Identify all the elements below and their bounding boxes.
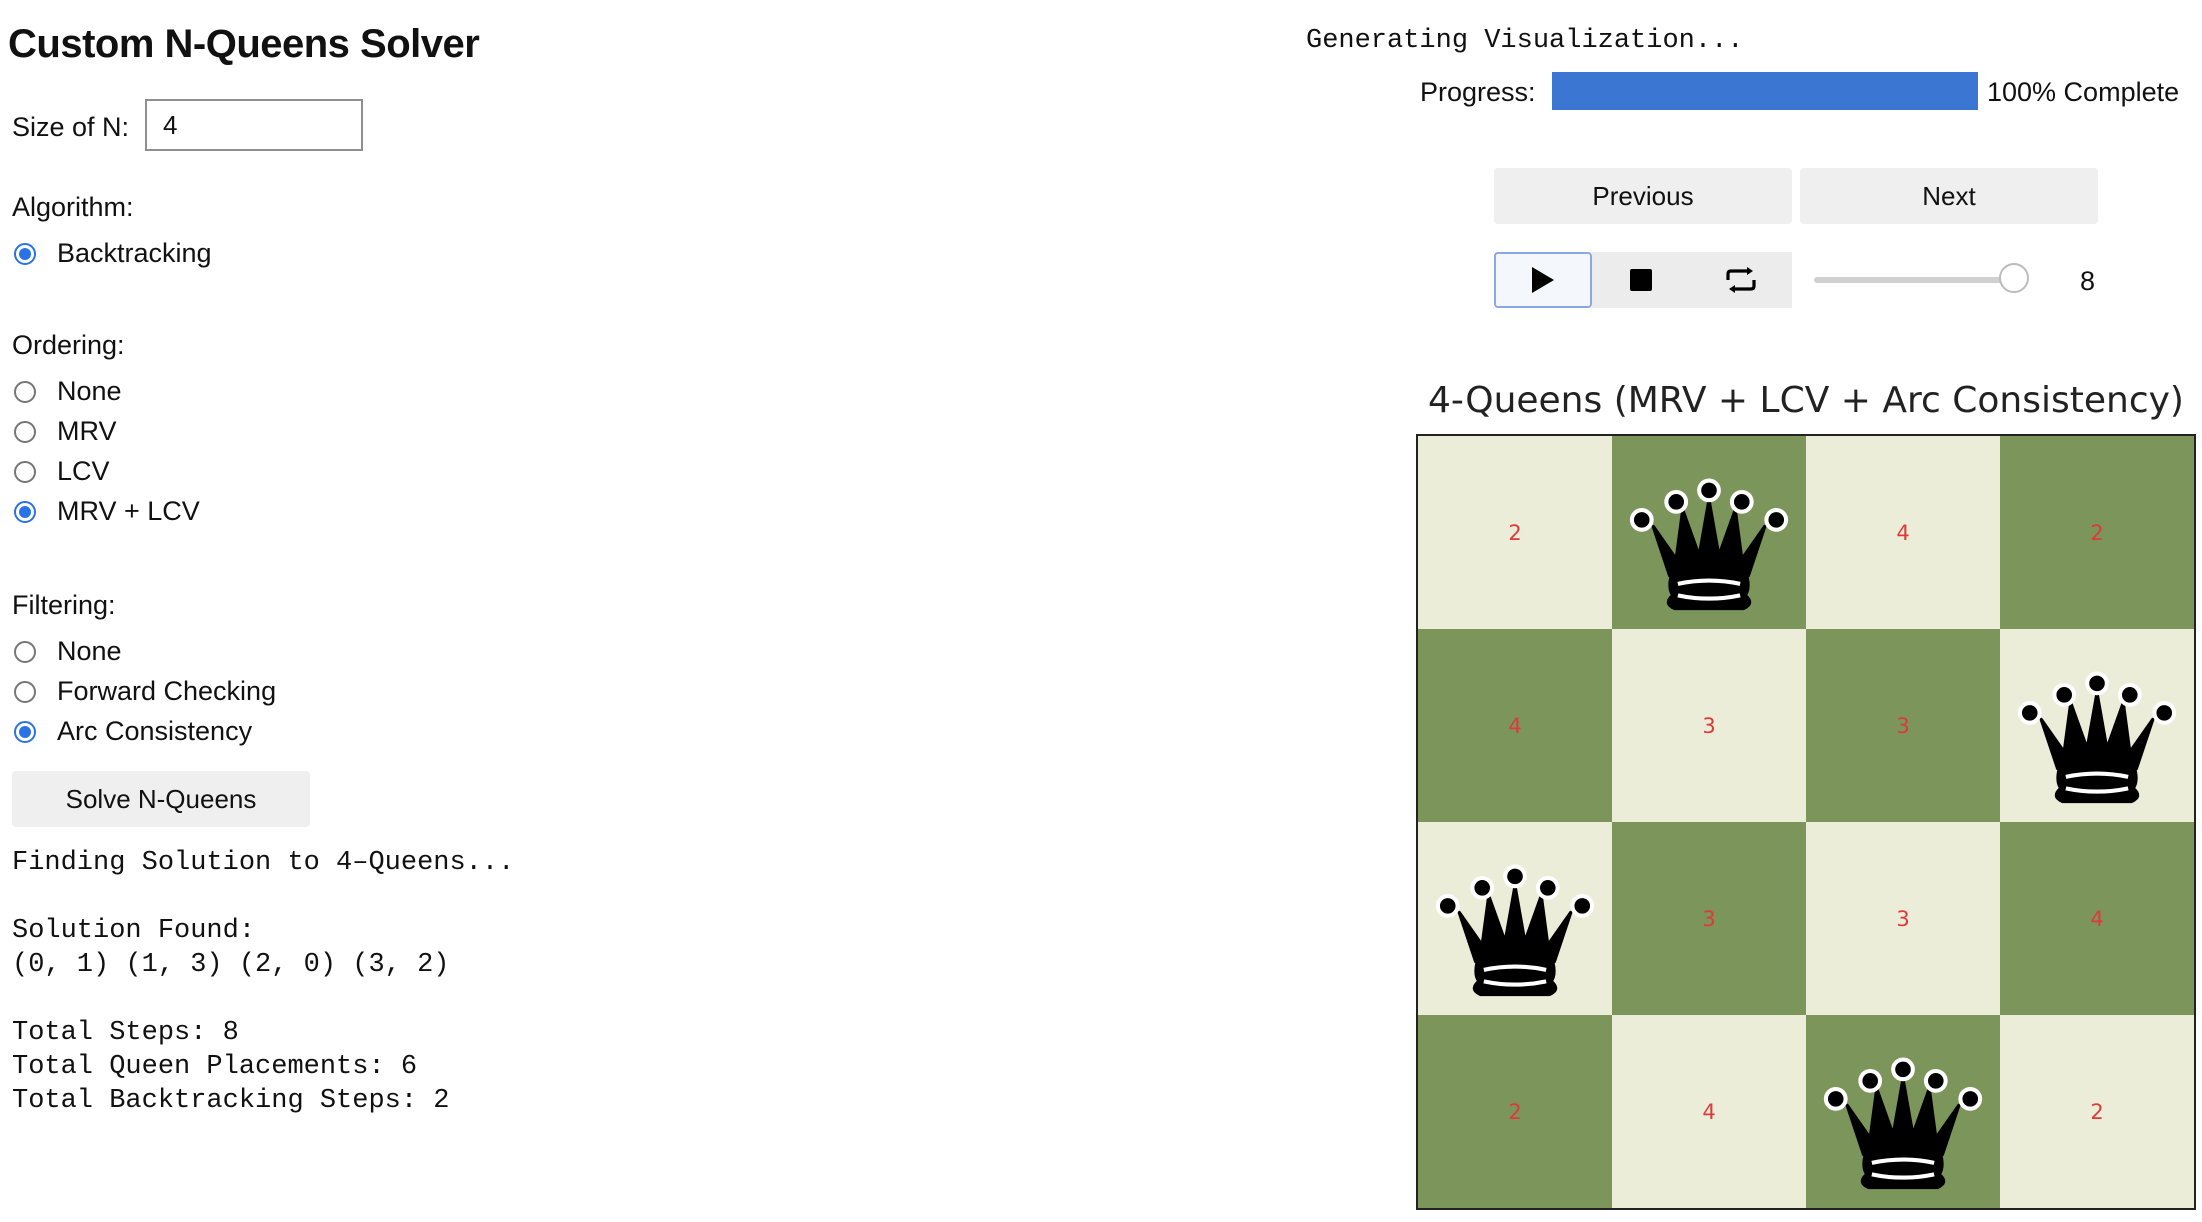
conflict-count: 3 bbox=[1896, 906, 1910, 931]
radio-button[interactable] bbox=[14, 640, 36, 663]
total-backtracking-text: Total Backtracking Steps: 2 bbox=[12, 1086, 450, 1116]
radio-ordering-lcv[interactable]: LCV bbox=[0, 456, 200, 487]
radio-button[interactable] bbox=[14, 680, 36, 703]
radio-button[interactable] bbox=[14, 460, 36, 483]
conflict-count: 2 bbox=[1508, 1099, 1522, 1124]
board-cell: 3 bbox=[1612, 822, 1806, 1015]
radio-backtracking[interactable]: Backtracking bbox=[0, 238, 212, 269]
radio-ordering-mrv-lcv[interactable]: MRV + LCV bbox=[0, 496, 200, 527]
radio-button[interactable] bbox=[14, 420, 36, 443]
total-steps-text: Total Steps: 8 bbox=[12, 1018, 239, 1048]
board-cell: 3 bbox=[1806, 822, 2000, 1015]
board-title: 4-Queens (MRV + LCV + Arc Consistency) bbox=[1428, 380, 2184, 421]
board-cell: 3 bbox=[1612, 629, 1806, 822]
conflict-count: 4 bbox=[2090, 906, 2104, 931]
finding-text: Finding Solution to 4–Queens... bbox=[12, 848, 515, 878]
board-cell: 2 bbox=[2000, 1015, 2194, 1208]
conflict-count: 3 bbox=[1896, 713, 1910, 738]
play-button[interactable] bbox=[1494, 252, 1592, 308]
step-slider-thumb[interactable] bbox=[1999, 263, 2029, 293]
queen-icon bbox=[1435, 863, 1595, 996]
board-cell: 4 bbox=[1418, 629, 1612, 822]
ordering-options: None MRV LCV MRV + LCV bbox=[0, 376, 200, 527]
radio-arc-consistency[interactable]: Arc Consistency bbox=[0, 716, 276, 747]
board-cell: 3 bbox=[1806, 629, 2000, 822]
board-cell: 4 bbox=[2000, 822, 2194, 1015]
progress-label: Progress: bbox=[1420, 77, 1536, 107]
stop-button[interactable] bbox=[1592, 252, 1690, 308]
ordering-label: Ordering: bbox=[12, 330, 125, 360]
radio-button[interactable] bbox=[14, 380, 36, 403]
radio-label: MRV bbox=[57, 416, 117, 446]
radio-label: None bbox=[57, 636, 122, 666]
board-cell: 4 bbox=[1612, 1015, 1806, 1208]
board-cell bbox=[1612, 436, 1806, 629]
progress-fill bbox=[1552, 72, 1978, 110]
previous-button[interactable]: Previous bbox=[1494, 168, 1792, 224]
play-icon bbox=[1532, 267, 1554, 293]
progress-bar bbox=[1552, 72, 1978, 110]
step-value: 8 bbox=[2080, 266, 2096, 296]
repeat-icon bbox=[1726, 267, 1756, 293]
board-cell: 2 bbox=[1418, 1015, 1612, 1208]
solution-found-label: Solution Found: bbox=[12, 916, 256, 946]
queen-icon bbox=[1629, 477, 1789, 610]
conflict-count: 4 bbox=[1508, 713, 1522, 738]
conflict-count: 3 bbox=[1702, 713, 1716, 738]
algorithm-options: Backtracking bbox=[0, 238, 212, 269]
board-cell bbox=[1806, 1015, 2000, 1208]
radio-label: LCV bbox=[57, 456, 110, 486]
radio-filtering-none[interactable]: None bbox=[0, 636, 276, 667]
solve-button[interactable]: Solve N-Queens bbox=[12, 771, 310, 827]
radio-button[interactable] bbox=[14, 242, 36, 265]
board-cell bbox=[2000, 629, 2194, 822]
board-cell: 2 bbox=[1418, 436, 1612, 629]
conflict-count: 4 bbox=[1702, 1099, 1716, 1124]
step-slider[interactable] bbox=[1814, 263, 2029, 293]
filtering-options: None Forward Checking Arc Consistency bbox=[0, 636, 276, 747]
conflict-count: 3 bbox=[1702, 906, 1716, 931]
radio-label: Forward Checking bbox=[57, 676, 277, 706]
conflict-count: 4 bbox=[1896, 520, 1910, 545]
algorithm-label: Algorithm: bbox=[12, 192, 134, 222]
size-label: Size of N: bbox=[12, 112, 130, 142]
conflict-count: 2 bbox=[1508, 520, 1522, 545]
progress-text: 100% Complete bbox=[1987, 77, 2180, 107]
filtering-label: Filtering: bbox=[12, 590, 116, 620]
radio-label: Arc Consistency bbox=[57, 716, 253, 746]
radio-label: Backtracking bbox=[57, 238, 212, 268]
next-button[interactable]: Next bbox=[1800, 168, 2098, 224]
radio-ordering-none[interactable]: None bbox=[0, 376, 200, 407]
board-cell: 4 bbox=[1806, 436, 2000, 629]
radio-label: MRV + LCV bbox=[57, 496, 200, 526]
radio-label: None bbox=[57, 376, 122, 406]
conflict-count: 2 bbox=[2090, 1099, 2104, 1124]
radio-button[interactable] bbox=[14, 500, 36, 523]
repeat-button[interactable] bbox=[1690, 252, 1792, 308]
total-placements-text: Total Queen Placements: 6 bbox=[12, 1052, 418, 1082]
board-cell: 2 bbox=[2000, 436, 2194, 629]
radio-button[interactable] bbox=[14, 720, 36, 743]
conflict-count: 2 bbox=[2090, 520, 2104, 545]
stop-icon bbox=[1630, 269, 1652, 291]
solution-text: (0, 1) (1, 3) (2, 0) (3, 2) bbox=[12, 950, 450, 980]
radio-forward-checking[interactable]: Forward Checking bbox=[0, 676, 276, 707]
size-input[interactable] bbox=[145, 99, 363, 151]
board-cell bbox=[1418, 822, 1612, 1015]
chess-board: 2 4 2 4 3 3 3 3 4 2 4 2 bbox=[1416, 434, 2196, 1210]
queen-icon bbox=[1823, 1056, 1983, 1189]
queen-icon bbox=[2017, 670, 2177, 803]
radio-ordering-mrv[interactable]: MRV bbox=[0, 416, 200, 447]
page-title: Custom N-Queens Solver bbox=[8, 22, 480, 66]
generating-text: Generating Visualization... bbox=[1306, 26, 1744, 56]
